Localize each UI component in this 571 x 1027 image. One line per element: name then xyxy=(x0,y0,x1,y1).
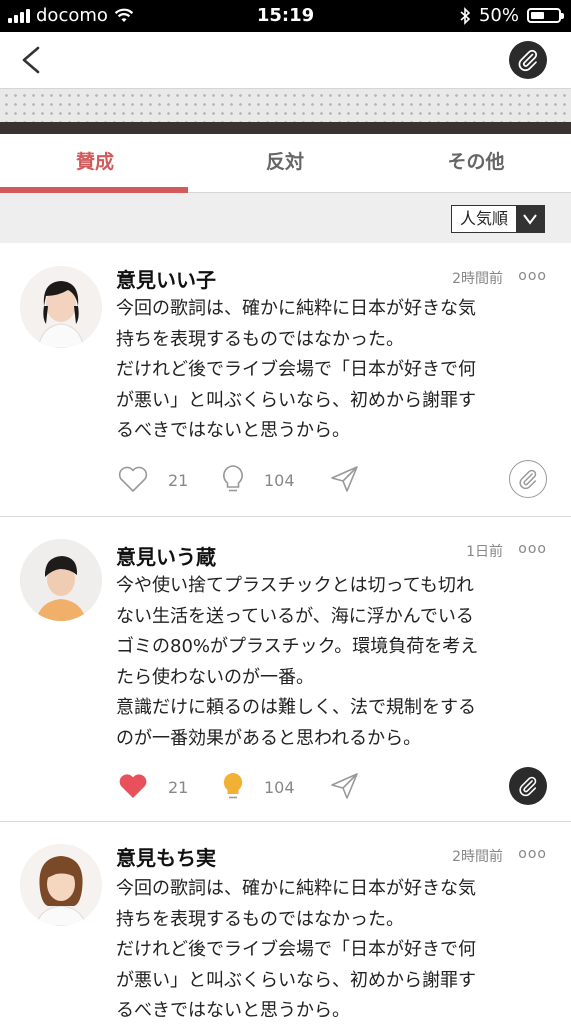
sort-bar: 人気順 xyxy=(0,193,571,243)
more-options-button[interactable]: ooo xyxy=(518,846,547,862)
tab-bar: 賛成 反対 その他 xyxy=(0,134,571,193)
post-time: 2時間前 xyxy=(452,271,503,287)
tab-disagree[interactable]: 反対 xyxy=(190,134,380,192)
post-line: 意識だけに頼るのは難しく、法で規制をする xyxy=(116,697,476,718)
attachment-button[interactable] xyxy=(509,767,547,805)
share-icon[interactable] xyxy=(328,769,362,803)
post-card: 意見もち実 2時間前 ooo 今回の歌詞は、確かに純粋に日本が好きな気 持ちを表… xyxy=(0,822,571,1024)
decorative-dot-band xyxy=(0,88,571,123)
paperclip-icon xyxy=(518,49,538,72)
author-name[interactable]: 意見いい子 xyxy=(116,264,216,293)
post-time: 2時間前 xyxy=(452,849,503,865)
chevron-left-icon xyxy=(22,46,40,74)
tab-other[interactable]: その他 xyxy=(381,134,571,192)
post-line: 持ちを表現するものではなかった。 xyxy=(116,908,404,930)
like-count: 21 xyxy=(168,778,189,797)
battery-percent: 50% xyxy=(478,5,519,26)
sort-dropdown[interactable]: 人気順 xyxy=(450,205,545,233)
lightbulb-icon[interactable] xyxy=(218,769,248,803)
post-actions: 21 104 xyxy=(116,769,556,809)
battery-icon xyxy=(527,8,564,23)
share-icon[interactable] xyxy=(328,462,362,496)
avatar[interactable] xyxy=(20,539,102,621)
status-right: 50% xyxy=(459,5,564,26)
paperclip-icon xyxy=(519,469,537,490)
more-options-button[interactable]: ooo xyxy=(518,268,547,284)
attachment-button[interactable] xyxy=(509,41,547,79)
decorative-dark-band xyxy=(0,122,571,134)
avatar[interactable] xyxy=(20,844,102,926)
post-line: ない生活を送っているが、海に浮かんでいる xyxy=(116,605,474,627)
like-count: 21 xyxy=(168,471,189,490)
post-body: 今回の歌詞は、確かに純粋に日本が好きな気 持ちを表現するものではなかった。 だけ… xyxy=(116,294,546,447)
post-line: だけれど後でライブ会場で「日本が好きで何 xyxy=(116,359,476,380)
post-actions: 21 104 xyxy=(116,462,556,502)
post-line: 今回の歌詞は、確かに純粋に日本が好きな気 xyxy=(116,878,476,899)
post-body: 今回の歌詞は、確かに純粋に日本が好きな気 持ちを表現するものではなかった。 だけ… xyxy=(116,874,546,1027)
author-name[interactable]: 意見もち実 xyxy=(116,842,216,871)
post-line: のが一番効果があると思われるから。 xyxy=(116,727,422,749)
post-line: が悪い」と叫ぶくらいなら、初めから謝罪す xyxy=(116,389,476,411)
post-line: 持ちを表現するものではなかった。 xyxy=(116,328,404,350)
post-body: 今や使い捨てプラスチックとは切っても切れ ない生活を送っているが、海に浮かんでい… xyxy=(116,571,546,754)
post-line: ゴミの80%がプラスチック。環境負荷を考え xyxy=(116,636,479,657)
more-options-button[interactable]: ooo xyxy=(518,541,547,557)
post-line: るべきではないと思うから。 xyxy=(116,420,350,441)
back-button[interactable] xyxy=(14,42,50,78)
post-line: だけれど後でライブ会場で「日本が好きで何 xyxy=(116,939,476,960)
bluetooth-icon xyxy=(460,6,471,25)
sort-selected-label: 人気順 xyxy=(459,209,508,228)
heart-icon[interactable] xyxy=(116,462,150,496)
tab-agree[interactable]: 賛成 xyxy=(0,134,190,192)
chevron-down-icon xyxy=(516,206,544,232)
lightbulb-icon[interactable] xyxy=(218,462,248,496)
post-line: 今回の歌詞は、確かに純粋に日本が好きな気 xyxy=(116,298,476,319)
status-bar: docomo 15:19 50% xyxy=(0,0,571,32)
post-time: 1日前 xyxy=(466,544,503,560)
heart-icon[interactable] xyxy=(116,769,150,803)
author-name[interactable]: 意見いう蔵 xyxy=(116,541,216,570)
post-card: 意見いい子 2時間前 ooo 今回の歌詞は、確かに純粋に日本が好きな気 持ちを表… xyxy=(0,244,571,516)
nav-bar xyxy=(0,32,571,88)
post-card: 意見いう蔵 1日前 ooo 今や使い捨てプラスチックとは切っても切れ ない生活を… xyxy=(0,517,571,821)
post-line: が悪い」と叫ぶくらいなら、初めから謝罪す xyxy=(116,969,476,991)
post-line: るべきではないと思うから。 xyxy=(116,1000,350,1021)
idea-count: 104 xyxy=(264,778,295,797)
idea-count: 104 xyxy=(264,471,295,490)
post-line: 今や使い捨てプラスチックとは切っても切れ xyxy=(116,575,474,596)
paperclip-icon xyxy=(519,776,537,797)
battery-level xyxy=(531,12,544,19)
post-line: たら使わないのが一番。 xyxy=(116,666,314,688)
attachment-button[interactable] xyxy=(509,460,547,498)
avatar[interactable] xyxy=(20,266,102,348)
